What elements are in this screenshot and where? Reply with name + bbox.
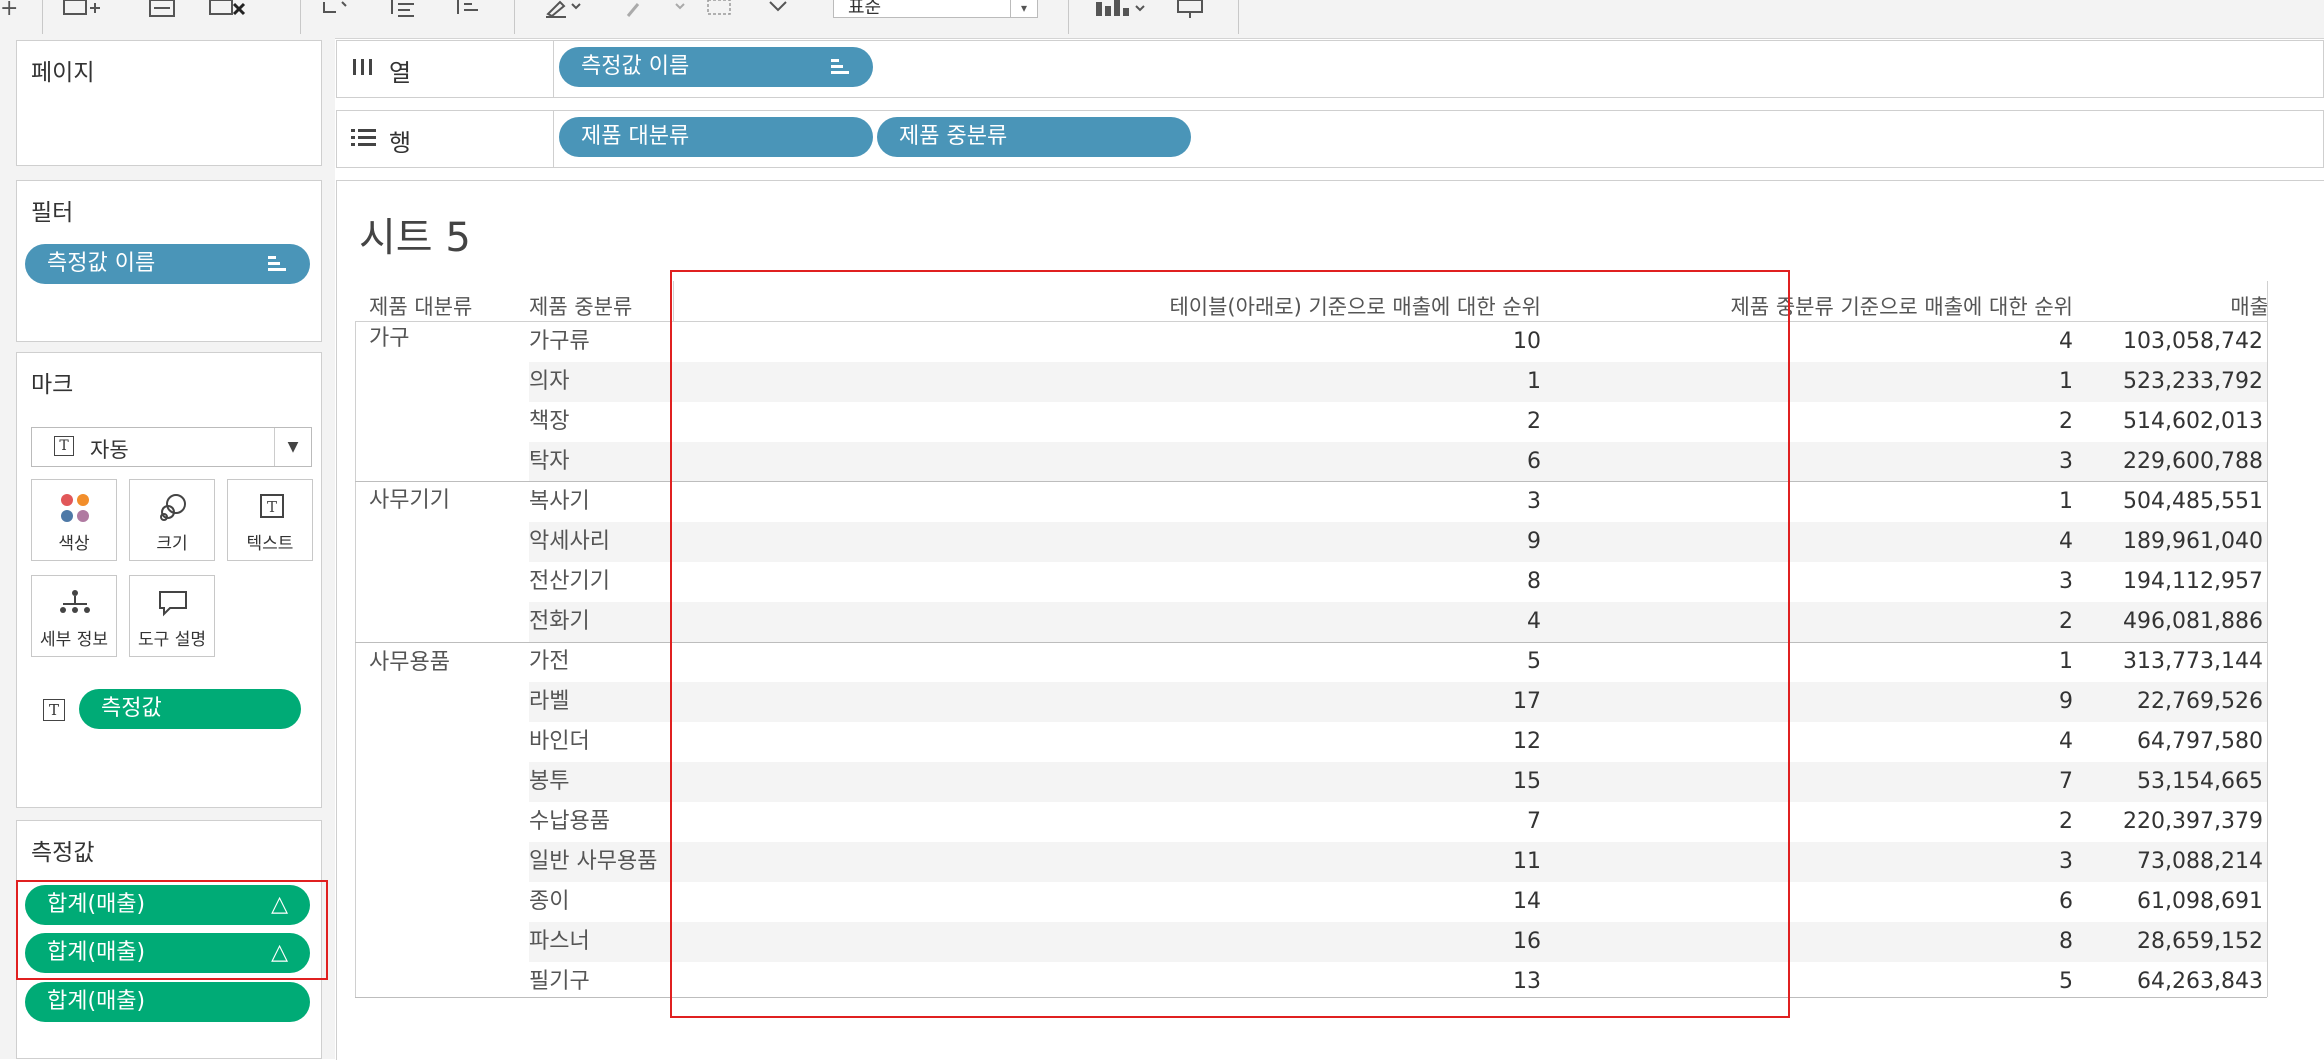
columns-icon: [351, 55, 375, 85]
pages-panel-title: 페이지: [31, 60, 95, 86]
group-label-office-machines[interactable]: 사무기기: [369, 481, 450, 521]
columns-shelf-label: 열: [337, 41, 554, 97]
attach-icon[interactable]: [622, 0, 644, 22]
highlight-box-measures: [16, 880, 328, 980]
text-mark-icon: T: [54, 436, 74, 456]
columns-label: 열: [389, 59, 412, 87]
column-pill-label: 측정값 이름: [581, 54, 690, 79]
text-button[interactable]: T 텍스트: [227, 479, 313, 561]
column-pill-measure-names[interactable]: 측정값 이름: [559, 47, 873, 87]
color-button-label: 색상: [58, 534, 90, 554]
filters-panel-title: 필터: [31, 200, 74, 226]
rows-icon: [351, 125, 377, 155]
size-icon: [130, 492, 214, 522]
clear-sheet-icon[interactable]: [208, 0, 248, 22]
color-icon: [32, 492, 116, 522]
mark-type-value: 자동: [90, 438, 129, 462]
text-mark-icon: T: [43, 699, 65, 721]
filter-pill-measure-names[interactable]: 측정값 이름: [25, 244, 310, 284]
fit-select-value: 표준: [848, 0, 882, 18]
measure-pill-label: 합계(매출): [47, 989, 146, 1014]
rows-label: 행: [389, 129, 412, 157]
size-button-label: 크기: [156, 534, 188, 554]
toolbar-divider: [1068, 0, 1069, 34]
measure-pill-sum-sales-3[interactable]: 합계(매출): [25, 982, 310, 1022]
table-left-border: [355, 321, 356, 997]
dropdown-arrow-icon[interactable]: [674, 0, 686, 22]
detail-button-label: 세부 정보: [40, 630, 108, 650]
columns-shelf[interactable]: 열 측정값 이름: [336, 40, 2324, 98]
group-label-office-supplies[interactable]: 사무용품: [369, 643, 450, 683]
row-pill-subcategory[interactable]: 제품 중분류: [877, 117, 1191, 157]
text-pill-label: 측정값: [101, 696, 162, 721]
sort-icon: [831, 57, 851, 77]
swap-icon[interactable]: [320, 0, 350, 22]
filters-panel[interactable]: 필터 측정값 이름: [16, 180, 322, 342]
detail-icon: [32, 588, 116, 618]
pages-panel[interactable]: 페이지: [16, 40, 322, 166]
detail-button[interactable]: 세부 정보: [31, 575, 117, 657]
sort-ascending-icon[interactable]: [386, 0, 416, 22]
sort-icon: [268, 254, 288, 274]
size-button[interactable]: 크기: [129, 479, 215, 561]
rows-shelf-label: 행: [337, 111, 554, 167]
toolbar-divider: [42, 0, 43, 34]
chevron-down-icon[interactable]: ▼: [274, 428, 311, 466]
filter-pill-label: 측정값 이름: [47, 251, 156, 276]
presentation-icon[interactable]: [1176, 0, 1206, 22]
show-me-icon[interactable]: [1096, 0, 1146, 22]
new-worksheet-icon[interactable]: [62, 0, 102, 22]
plus-icon[interactable]: +: [0, 0, 18, 22]
row-pill-label: 제품 중분류: [899, 124, 1008, 149]
mark-type-dropdown[interactable]: T 자동 ▼: [31, 427, 312, 467]
tooltip-button[interactable]: 도구 설명: [129, 575, 215, 657]
row-pill-label: 제품 대분류: [581, 124, 690, 149]
pin-icon[interactable]: [764, 0, 794, 22]
toolbar-divider: [1238, 0, 1239, 34]
tooltip-icon: [130, 588, 214, 618]
highlight-icon[interactable]: [544, 0, 584, 22]
text-icon: T: [228, 492, 312, 522]
marks-panel[interactable]: 마크 T 자동 ▼ 색상 크기 T 텍스트 세부 정보 도구 설명 T 측정값: [16, 352, 322, 808]
group-label-furniture[interactable]: 가구: [369, 319, 409, 359]
text-pill-measure-values[interactable]: 측정값: [79, 689, 301, 729]
highlight-box-rank-columns: [670, 270, 1790, 1018]
toolbar-divider: [300, 0, 301, 34]
sort-descending-icon[interactable]: [452, 0, 482, 22]
fit-box-icon[interactable]: [704, 0, 734, 22]
measure-values-panel-title: 측정값: [31, 840, 95, 866]
sheet-title: 시트 5: [359, 215, 471, 261]
color-button[interactable]: 색상: [31, 479, 117, 561]
tooltip-button-label: 도구 설명: [138, 630, 206, 650]
fit-select[interactable]: 표준 ▾: [833, 0, 1038, 18]
duplicate-sheet-icon[interactable]: [148, 0, 176, 22]
row-pill-category[interactable]: 제품 대분류: [559, 117, 873, 157]
text-button-label: 텍스트: [246, 534, 294, 554]
chevron-down-icon[interactable]: ▾: [1010, 0, 1037, 18]
svg-text:T: T: [267, 498, 277, 516]
toolbar: + 표준 ▾: [0, 0, 2324, 39]
marks-panel-title: 마크: [31, 372, 74, 398]
toolbar-divider: [514, 0, 515, 34]
rows-shelf[interactable]: 행 제품 대분류 제품 중분류: [336, 110, 2324, 168]
table-right-border: [2267, 281, 2268, 997]
